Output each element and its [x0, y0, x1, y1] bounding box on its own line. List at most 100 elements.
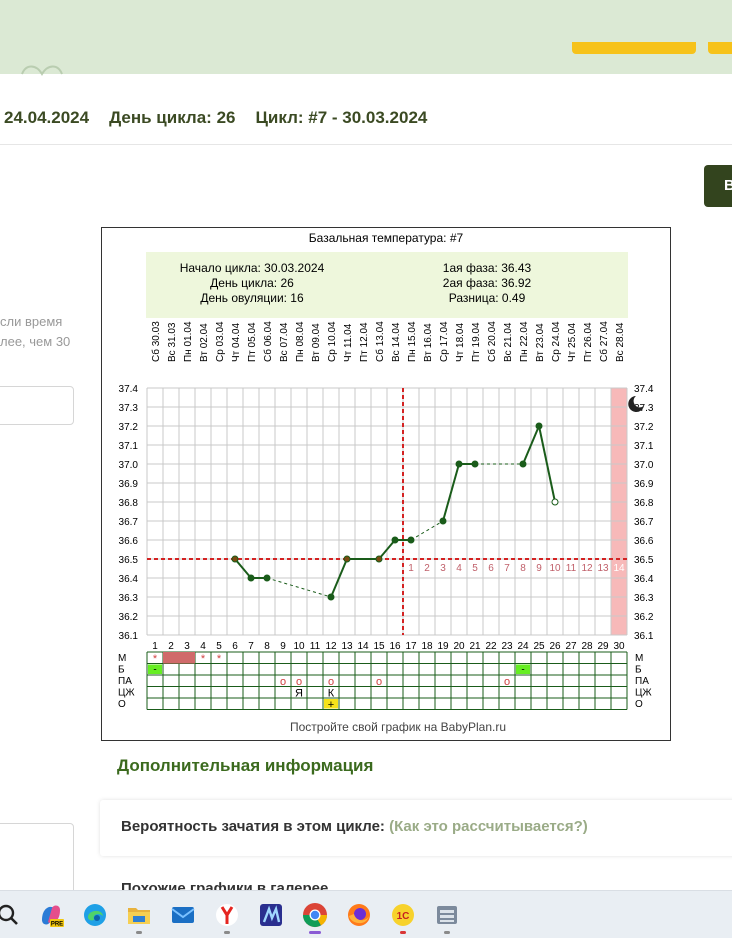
y-tick-label-left: 36.8: [119, 498, 139, 509]
row-mark: o: [296, 676, 302, 688]
temperature-point: [375, 555, 383, 563]
day-number: 11: [310, 641, 321, 652]
day-number: 28: [581, 641, 593, 652]
current-date: 24.04.2024: [4, 108, 90, 127]
date-label: Пн 08.04: [295, 321, 306, 362]
app-icon[interactable]: [257, 901, 285, 929]
y-tick-label-left: 36.4: [119, 574, 139, 585]
luteal-day-label: 8: [520, 563, 526, 574]
date-label: Пн 15.04: [407, 321, 418, 362]
date-label: Ср 03.04: [215, 321, 226, 362]
temperature-point: [519, 460, 527, 468]
probability-card: Вероятность зачатия в этом цикле: (Как э…: [100, 800, 732, 856]
date-label: Ср 17.04: [439, 321, 450, 362]
luteal-day-label: 12: [581, 563, 593, 574]
action-button[interactable]: В: [704, 165, 732, 207]
luteal-day-label: 13: [597, 563, 609, 574]
row-mark: o: [376, 676, 382, 688]
day-number: 22: [485, 641, 497, 652]
row-mark: o: [328, 676, 334, 688]
row-mark: o: [504, 676, 510, 688]
date-label: Вт 23.04: [535, 323, 546, 362]
date-label: Ср 24.04: [551, 321, 562, 362]
date-label: Сб 27.04: [598, 321, 610, 362]
date-label: Чт 25.04: [567, 323, 578, 362]
day-number: 21: [469, 641, 481, 652]
probability-link[interactable]: (Как это рассчитывается?): [389, 818, 588, 835]
row-mark: *: [201, 653, 206, 665]
summary-start: Начало цикла: 30.03.2024: [180, 261, 325, 275]
luteal-day-label: 6: [488, 563, 494, 574]
forecast-column: [611, 388, 627, 635]
row-label-left: Б: [118, 665, 125, 676]
site-logo: [21, 65, 63, 76]
row-label-right: О: [635, 699, 643, 710]
y-tick-label-left: 37.1: [119, 441, 139, 452]
hint-line-1: сли время: [0, 314, 63, 329]
y-tick-label-right: 37.4: [634, 384, 654, 395]
chrome-icon[interactable]: [301, 901, 329, 929]
hint-line-2: лее, чем 30: [0, 334, 71, 349]
chart-title: Базальная температура: #7: [309, 231, 464, 245]
date-label: Вт 16.04: [423, 323, 434, 362]
yandex-icon[interactable]: [213, 901, 241, 929]
date-label: Сб 30.03: [150, 321, 162, 362]
y-tick-label-right: 36.7: [634, 517, 654, 528]
date-label: Вс 21.04: [503, 322, 514, 362]
archive-icon[interactable]: [433, 901, 461, 929]
date-label: Вс 07.04: [279, 322, 290, 362]
running-indicator: [224, 931, 230, 934]
active-indicator: [309, 931, 321, 934]
site-banner: [0, 0, 732, 76]
day-number: 1: [152, 641, 158, 652]
taskbar: PRE 1C: [0, 890, 732, 938]
temperature-point: [455, 460, 463, 468]
search-icon[interactable]: [0, 901, 22, 929]
row-label-left: О: [118, 699, 126, 710]
mail-icon[interactable]: [169, 901, 197, 929]
edge-icon[interactable]: [81, 901, 109, 929]
date-label: Вт 02.04: [199, 323, 210, 362]
day-number: 27: [565, 641, 577, 652]
row-mark: Я: [295, 688, 303, 700]
1c-icon[interactable]: 1C: [389, 901, 417, 929]
temperature-point: [247, 574, 255, 582]
copilot-icon[interactable]: PRE: [37, 901, 65, 929]
temperature-point: [263, 574, 271, 582]
luteal-day-label: 3: [440, 563, 446, 574]
day-number: 3: [184, 641, 190, 652]
banner-button[interactable]: [572, 42, 696, 54]
day-number: 25: [533, 641, 545, 652]
luteal-day-label: 2: [424, 563, 430, 574]
menstruation-cell: [179, 652, 195, 664]
y-tick-label-left: 37.4: [119, 384, 139, 395]
luteal-day-label: 10: [549, 563, 561, 574]
luteal-day-label: 5: [472, 563, 478, 574]
day-number: 16: [389, 641, 401, 652]
day-number: 20: [453, 641, 465, 652]
day-number: 8: [264, 641, 270, 652]
banner-button-2[interactable]: [708, 42, 732, 54]
temperature-point: [535, 422, 543, 430]
row-mark: o: [280, 676, 286, 688]
y-tick-label-left: 36.2: [119, 612, 139, 623]
row-label-left: ПА: [118, 676, 132, 687]
y-tick-label-left: 36.6: [119, 536, 139, 547]
y-tick-label-left: 37.3: [119, 403, 139, 414]
temperature-input[interactable]: [0, 386, 74, 425]
row-label-right: ЦЖ: [635, 688, 652, 699]
y-tick-label-right: 37.1: [634, 441, 654, 452]
day-number: 14: [357, 641, 369, 652]
running-indicator: [444, 931, 450, 934]
date-label: Чт 04.04: [231, 323, 242, 362]
row-mark: К: [328, 688, 335, 700]
file-explorer-icon[interactable]: [125, 901, 153, 929]
date-label: Сб 20.04: [486, 321, 498, 362]
day-number: 15: [373, 641, 385, 652]
y-tick-label-left: 36.1: [119, 631, 139, 642]
chart-grid: 37.4 37.437.3 37.337.2 37.237.1 37.137.0 37.0…: [119, 321, 654, 652]
firefox-icon[interactable]: [345, 901, 373, 929]
luteal-day-label: 14: [613, 563, 625, 574]
day-number: 10: [293, 641, 305, 652]
date-label: Пт 26.04: [583, 322, 594, 362]
